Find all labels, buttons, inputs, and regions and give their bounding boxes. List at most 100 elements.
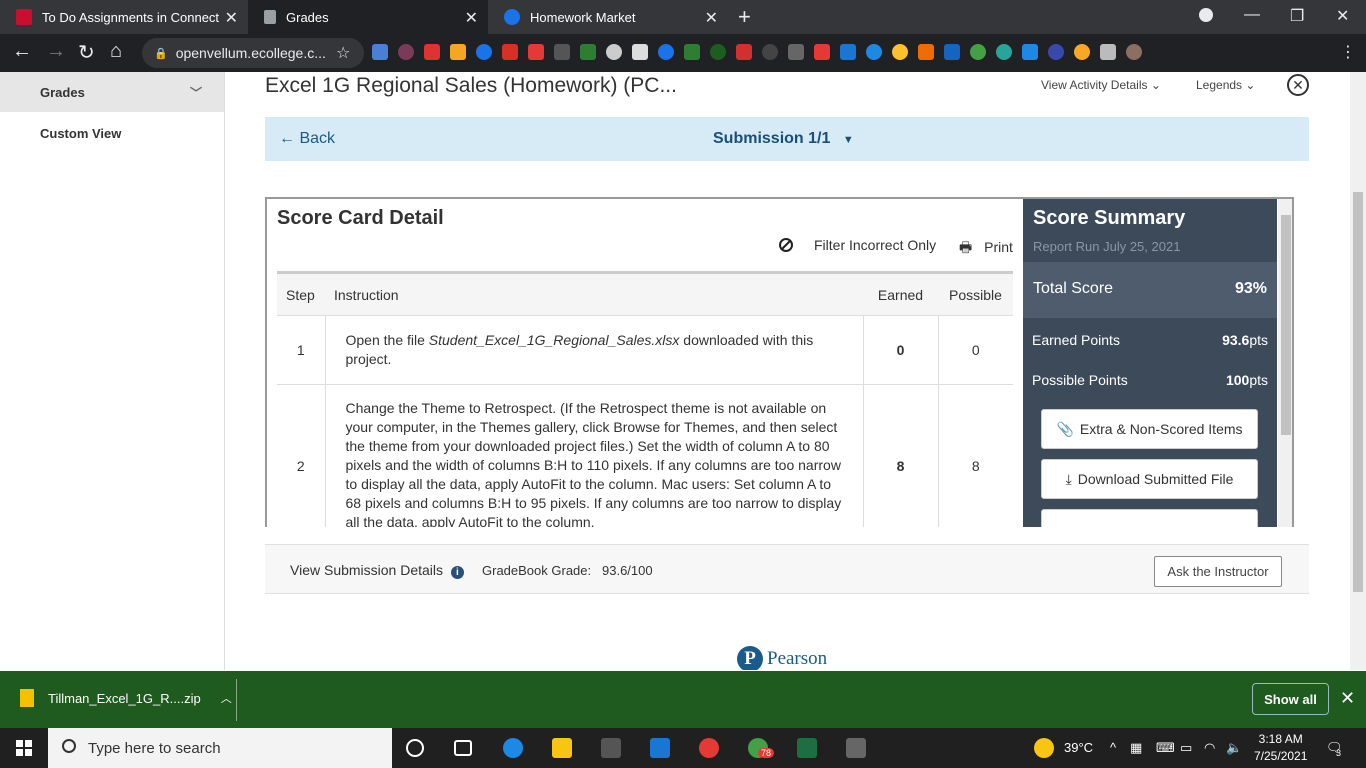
download-submitted-file-button[interactable]: ⤓ Download Submitted File	[1041, 459, 1258, 499]
extension-icon[interactable]	[554, 44, 570, 60]
system-clock[interactable]: 3:18 AM 7/25/2021	[1254, 731, 1307, 765]
extra-non-scored-button[interactable]: 📎 Extra & Non-Scored Items	[1041, 409, 1258, 449]
minimize-icon[interactable]: —	[1244, 6, 1260, 24]
new-tab-icon[interactable]: +	[738, 4, 751, 30]
extension-icon[interactable]	[372, 44, 388, 60]
extension-icon[interactable]	[996, 44, 1012, 60]
extension-icon[interactable]	[1022, 44, 1038, 60]
avatar[interactable]	[1126, 44, 1142, 60]
extension-icon[interactable]	[658, 44, 674, 60]
reload-icon[interactable]: ↻	[78, 40, 95, 65]
url-text: openvellum.ecollege.c...	[175, 45, 326, 61]
view-submission-details-link[interactable]: View Submission Details i	[290, 562, 464, 579]
extension-icon[interactable]	[892, 44, 908, 60]
extension-icon[interactable]	[580, 44, 596, 60]
tab-grades[interactable]: Grades ✕	[248, 0, 488, 34]
extension-icon[interactable]	[762, 44, 778, 60]
scrollbar-thumb[interactable]	[1353, 192, 1363, 592]
task-view-icon[interactable]	[454, 740, 472, 756]
sidebar-item-custom-view[interactable]: Custom View	[0, 112, 224, 154]
taskbar-search-input[interactable]: Type here to search	[48, 728, 392, 768]
extension-icon[interactable]	[424, 44, 440, 60]
restore-icon[interactable]: ❐	[1290, 6, 1304, 26]
battery-icon[interactable]: ▭	[1180, 740, 1192, 756]
view-activity-details-link[interactable]: View Activity Details ⌄	[1041, 78, 1161, 92]
score-summary-panel: Score Summary Report Run July 25, 2021 T…	[1023, 199, 1277, 527]
extension-icon[interactable]	[1048, 44, 1064, 60]
summary-button-cutoff[interactable]	[1041, 509, 1258, 527]
sidebar-item-grades[interactable]: Grades ﹀	[0, 72, 224, 112]
chevron-up-icon[interactable]: ^	[1110, 740, 1116, 755]
keyboard-icon[interactable]: ⌨	[1156, 740, 1175, 756]
legends-link[interactable]: Legends ⌄	[1196, 78, 1255, 92]
close-icon[interactable]: ✕	[1287, 74, 1309, 96]
lock-icon: 🔒	[154, 47, 168, 60]
globe-icon[interactable]	[606, 44, 622, 60]
extension-icon[interactable]	[788, 44, 804, 60]
chrome-icon[interactable]	[699, 738, 719, 758]
bookmark-star-icon[interactable]: ☆	[336, 43, 350, 63]
extension-icon[interactable]	[528, 44, 544, 60]
menu-dots-icon[interactable]: ⋮	[1340, 42, 1356, 62]
extension-icon[interactable]	[502, 44, 518, 60]
download-bar: Tillman_Excel_1G_R....zip ︿ Show all ✕	[0, 671, 1366, 728]
puzzle-icon[interactable]	[1100, 44, 1116, 60]
back-arrow-icon[interactable]: ←	[12, 40, 32, 63]
home-icon[interactable]: ⌂	[110, 40, 122, 63]
extension-icon[interactable]	[866, 44, 882, 60]
volume-icon[interactable]: 🔈	[1226, 740, 1242, 756]
ban-icon	[779, 238, 793, 252]
extension-icon[interactable]	[736, 44, 752, 60]
tab-homework-market[interactable]: Homework Market ✕	[488, 0, 728, 34]
temperature[interactable]: 39°C	[1064, 740, 1093, 755]
tab-close-icon[interactable]: ✕	[225, 8, 238, 28]
back-button[interactable]: ← Back	[279, 130, 335, 148]
scrollbar-thumb[interactable]	[1281, 215, 1291, 435]
file-explorer-icon[interactable]	[552, 738, 572, 758]
submission-dropdown[interactable]: Submission 1/1 ▼	[713, 130, 854, 148]
windows-start-icon[interactable]	[16, 740, 32, 756]
store-icon[interactable]	[601, 738, 621, 758]
edge-icon[interactable]	[503, 738, 523, 758]
extension-icon[interactable]	[398, 44, 414, 60]
mail-icon[interactable]	[650, 738, 670, 758]
video-editor-icon[interactable]	[846, 738, 866, 758]
excel-icon[interactable]	[797, 738, 817, 758]
extension-icon[interactable]	[1074, 44, 1090, 60]
profile-menu-icon[interactable]	[1199, 8, 1213, 22]
chevron-down-icon: ⌄	[1150, 78, 1161, 92]
forward-arrow-icon[interactable]: →	[46, 40, 66, 63]
extension-icon[interactable]	[944, 44, 960, 60]
close-icon[interactable]: ✕	[1340, 688, 1355, 709]
extension-icon[interactable]	[918, 44, 934, 60]
address-bar[interactable]: 🔒 openvellum.ecollege.c...	[142, 38, 364, 68]
network-icon[interactable]: ▦	[1130, 740, 1142, 756]
page-scrollbar[interactable]	[1350, 72, 1366, 670]
windows-taskbar: Type here to search 78 39°C ^ ▦ ⌨ ▭ ◠ 🔈 …	[0, 728, 1366, 768]
extension-icon[interactable]	[970, 44, 986, 60]
extension-icon[interactable]	[684, 44, 700, 60]
wifi-icon[interactable]: ◠	[1204, 740, 1215, 756]
extension-icon[interactable]	[710, 44, 726, 60]
cortana-icon[interactable]	[406, 739, 424, 757]
earned-points-value: 93.6pts	[1222, 332, 1268, 348]
window-close-icon[interactable]: ✕	[1336, 6, 1349, 26]
tab-close-icon[interactable]: ✕	[705, 8, 718, 28]
extension-icon[interactable]	[814, 44, 830, 60]
chevron-up-icon[interactable]: ︿	[221, 690, 232, 706]
download-item[interactable]: Tillman_Excel_1G_R....zip ︿	[20, 689, 232, 707]
summary-scrollbar[interactable]	[1278, 199, 1292, 527]
extension-icon[interactable]	[632, 44, 648, 60]
show-all-button[interactable]: Show all	[1252, 683, 1329, 715]
extension-icon[interactable]	[476, 44, 492, 60]
print-button[interactable]: 🖶 Print	[959, 237, 1013, 261]
tab-connect[interactable]: To Do Assignments in Connect ✕	[0, 0, 248, 34]
extension-icon[interactable]	[840, 44, 856, 60]
extension-icon[interactable]	[450, 44, 466, 60]
filter-incorrect-button[interactable]: Filter Incorrect Only	[779, 237, 936, 253]
tab-close-icon[interactable]: ✕	[465, 8, 478, 28]
possible-points-value: 100pts	[1226, 372, 1268, 388]
weather-icon[interactable]	[1034, 738, 1054, 758]
printer-icon: 🖶	[959, 239, 973, 255]
ask-instructor-button[interactable]: Ask the Instructor	[1154, 556, 1282, 587]
